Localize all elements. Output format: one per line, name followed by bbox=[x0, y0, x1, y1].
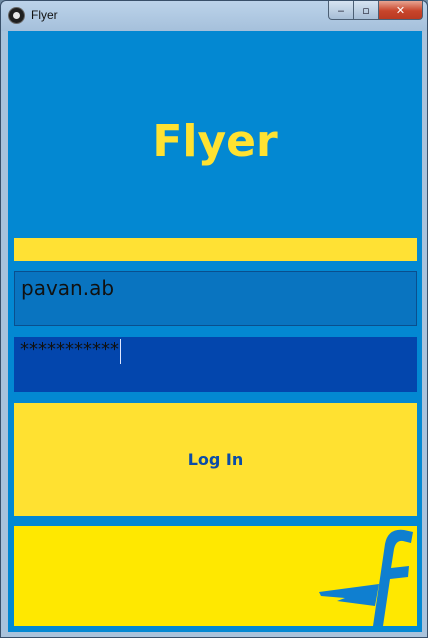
maximize-button[interactable]: ▫ bbox=[354, 1, 379, 20]
login-panel: Flyer pavan.ab *********** Log In bbox=[8, 31, 422, 632]
minimize-icon: ‒ bbox=[337, 3, 345, 17]
logo-panel bbox=[14, 526, 417, 626]
app-window: Flyer ‒ ▫ ✕ Flyer pavan.ab *********** L… bbox=[0, 0, 428, 638]
password-mask: *********** bbox=[20, 339, 119, 360]
app-icon bbox=[8, 7, 25, 24]
password-field[interactable]: *********** bbox=[14, 337, 417, 392]
username-field[interactable]: pavan.ab bbox=[14, 271, 417, 326]
close-button[interactable]: ✕ bbox=[379, 1, 423, 20]
text-caret bbox=[120, 339, 121, 364]
window-controls: ‒ ▫ ✕ bbox=[328, 1, 423, 21]
accent-strip bbox=[14, 238, 417, 261]
login-button[interactable]: Log In bbox=[14, 403, 417, 516]
maximize-icon: ▫ bbox=[362, 3, 370, 17]
brand-title: Flyer bbox=[152, 116, 278, 167]
title-bar[interactable]: Flyer ‒ ▫ ✕ bbox=[1, 1, 427, 31]
flipkart-f-logo-icon bbox=[319, 529, 413, 626]
window-title: Flyer bbox=[31, 8, 58, 22]
minimize-button[interactable]: ‒ bbox=[328, 1, 354, 20]
close-icon: ✕ bbox=[395, 3, 406, 17]
